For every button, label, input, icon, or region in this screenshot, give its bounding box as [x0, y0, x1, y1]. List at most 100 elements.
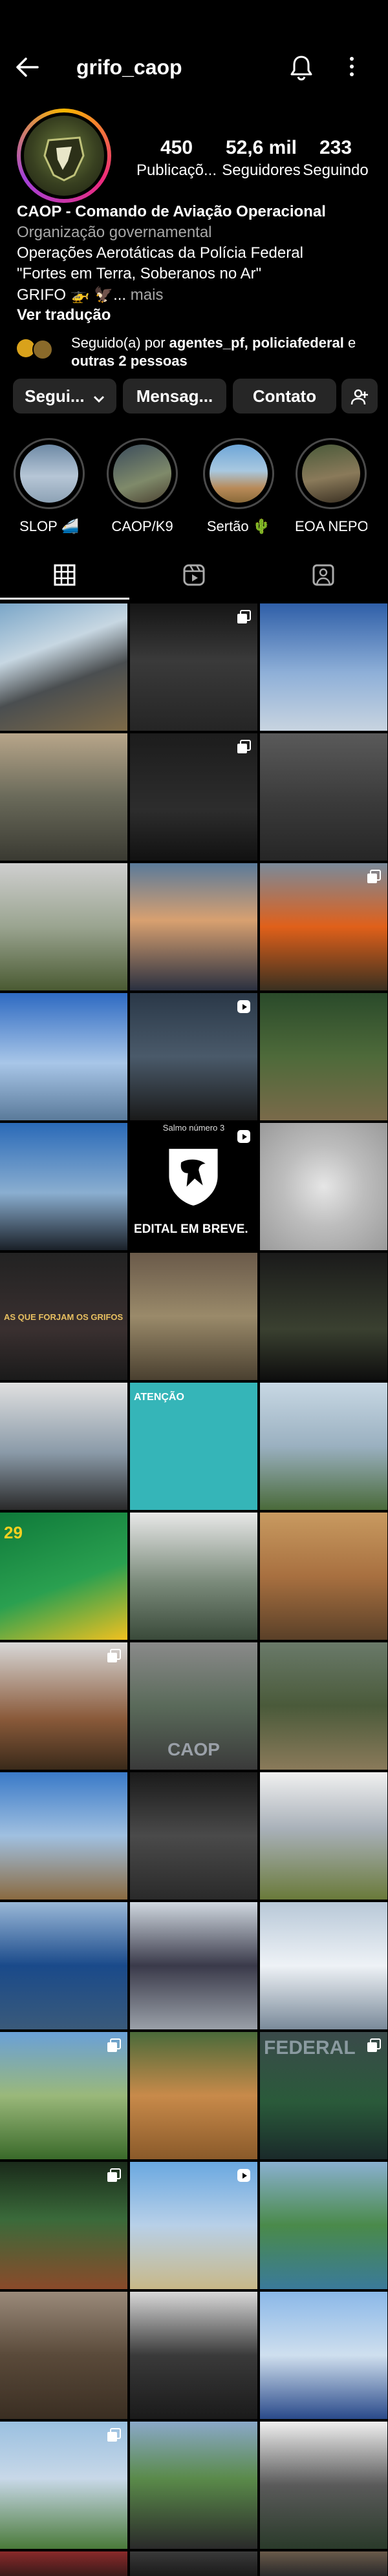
post-thumbnail[interactable] — [130, 2032, 257, 2159]
carousel-icon — [107, 2038, 121, 2052]
post-thumbnail[interactable] — [260, 993, 387, 1120]
post-thumbnail[interactable]: 29 — [0, 1513, 127, 1640]
post-caption: ATENÇÃO — [134, 1392, 184, 1403]
post-caption: AS QUE FORJAM OS GRIFOS — [4, 1312, 124, 1322]
post-caption: CAOP — [167, 1739, 220, 1759]
post-thumbnail[interactable] — [260, 733, 387, 861]
post-thumbnail[interactable] — [130, 1253, 257, 1380]
profile-username: grifo_caop — [76, 56, 182, 79]
post-thumbnail[interactable] — [0, 863, 127, 990]
carousel-icon — [107, 2428, 121, 2442]
post-thumbnail[interactable] — [0, 2551, 127, 2576]
post-caption: EDITAL EM BREVE. — [134, 1222, 248, 1236]
profile-name: CAOP - Comando de Aviação Operacional — [17, 203, 326, 220]
post-thumbnail[interactable] — [130, 2551, 257, 2576]
message-button[interactable]: Mensag... — [123, 379, 226, 414]
carousel-icon — [107, 1649, 121, 1662]
post-thumbnail[interactable] — [260, 2292, 387, 2419]
mutual-followers[interactable]: Seguido(a) por agentes_pf, policiafedera… — [17, 334, 379, 373]
post-caption: FEDERAL — [264, 2037, 356, 2058]
post-thumbnail[interactable] — [0, 2292, 127, 2419]
post-thumbnail[interactable] — [260, 1253, 387, 1380]
griffin-logo-image — [24, 116, 104, 196]
post-thumbnail[interactable] — [260, 1383, 387, 1510]
back-arrow-icon[interactable] — [14, 54, 40, 85]
chevron-down-icon — [93, 380, 105, 415]
contact-button[interactable]: Contato — [233, 379, 336, 414]
add-user-icon[interactable] — [341, 379, 378, 414]
tab-tagged[interactable] — [259, 554, 388, 600]
post-thumbnail[interactable] — [260, 1123, 387, 1250]
post-thumbnail[interactable] — [0, 603, 127, 731]
post-thumbnail[interactable] — [130, 733, 257, 861]
post-thumbnail[interactable] — [0, 1642, 127, 1770]
post-thumbnail[interactable]: CAOP — [130, 1642, 257, 1770]
bio-line: GRIFO 🚁 🦅... mais — [17, 286, 164, 304]
post-thumbnail[interactable]: AS QUE FORJAM OS GRIFOS — [0, 1253, 127, 1380]
post-thumbnail[interactable] — [130, 1902, 257, 2029]
post-thumbnail[interactable] — [260, 1902, 387, 2029]
highlight-sertao[interactable]: Sertão 🌵 — [202, 438, 275, 535]
post-thumbnail[interactable] — [260, 2422, 387, 2549]
post-thumbnail[interactable] — [260, 1513, 387, 1640]
carousel-icon — [237, 610, 251, 623]
top-bar: grifo_caop — [0, 0, 388, 81]
tab-grid[interactable] — [0, 554, 129, 600]
more-options-icon[interactable] — [348, 56, 356, 81]
bio-line: Operações Aerotáticas da Polícia Federal — [17, 244, 303, 262]
carousel-icon — [367, 870, 381, 883]
grid-icon — [54, 564, 76, 586]
post-thumbnail[interactable] — [0, 993, 127, 1120]
reels-icon — [237, 2169, 250, 2182]
post-thumbnail[interactable] — [130, 603, 257, 731]
tagged-icon — [312, 564, 334, 586]
post-thumbnail[interactable] — [260, 603, 387, 731]
reels-icon — [237, 1130, 250, 1143]
post-thumbnail[interactable] — [0, 2422, 127, 2549]
post-caption: Salmo número 3 — [162, 1123, 225, 1133]
profile-avatar[interactable] — [17, 109, 111, 203]
highlight-eoa-nepom[interactable]: EOA NEPOM/... — [295, 438, 367, 535]
reels-icon — [237, 1000, 250, 1013]
reels-icon — [183, 564, 205, 586]
following-count[interactable]: 233 Seguindo — [300, 137, 371, 180]
bell-icon[interactable] — [288, 54, 314, 85]
bio-more-link[interactable]: mais — [131, 286, 164, 304]
post-thumbnail[interactable] — [130, 2292, 257, 2419]
badge-avatar — [32, 339, 53, 360]
post-thumbnail[interactable] — [130, 993, 257, 1120]
post-thumbnail[interactable] — [0, 2162, 127, 2289]
post-thumbnail[interactable] — [0, 1123, 127, 1250]
post-thumbnail[interactable] — [130, 1772, 257, 1900]
post-thumbnail[interactable] — [260, 1772, 387, 1900]
post-thumbnail[interactable]: FEDERAL — [260, 2032, 387, 2159]
bio-line: "Fortes em Terra, Soberanos no Ar" — [17, 265, 262, 282]
following-button[interactable]: Segui... — [13, 379, 116, 414]
post-thumbnail[interactable] — [260, 2551, 387, 2576]
post-thumbnail[interactable]: ATENÇÃO — [130, 1383, 257, 1510]
post-thumbnail[interactable] — [0, 1772, 127, 1900]
followers-count[interactable]: 52,6 mil Seguidores — [216, 137, 307, 180]
post-thumbnail[interactable] — [130, 1513, 257, 1640]
post-thumbnail[interactable] — [260, 1642, 387, 1770]
carousel-icon — [367, 2038, 381, 2052]
post-thumbnail[interactable] — [260, 863, 387, 990]
tab-reels[interactable] — [129, 554, 259, 600]
carousel-icon — [237, 740, 251, 753]
post-thumbnail[interactable] — [0, 733, 127, 861]
mutual-avatars — [17, 335, 61, 361]
post-thumbnail[interactable] — [0, 1383, 127, 1510]
post-thumbnail[interactable] — [0, 1902, 127, 2029]
post-thumbnail[interactable] — [130, 2162, 257, 2289]
see-translation-link[interactable]: Ver tradução — [17, 306, 111, 324]
profile-category: Organização governamental — [17, 224, 212, 241]
post-thumbnail[interactable] — [130, 2422, 257, 2549]
post-thumbnail[interactable] — [0, 2032, 127, 2159]
posts-count[interactable]: 450 Publicaçõ... — [135, 137, 219, 180]
post-thumbnail[interactable] — [130, 863, 257, 990]
highlight-caop-k9[interactable]: CAOP/K9 — [106, 438, 178, 535]
post-thumbnail[interactable] — [260, 2162, 387, 2289]
post-thumbnail[interactable]: Salmo número 3 EDITAL EM BREVE. — [130, 1123, 257, 1250]
highlight-slop[interactable]: SLOP 🚄 — [13, 438, 85, 535]
post-caption: 29 — [4, 1523, 23, 1542]
